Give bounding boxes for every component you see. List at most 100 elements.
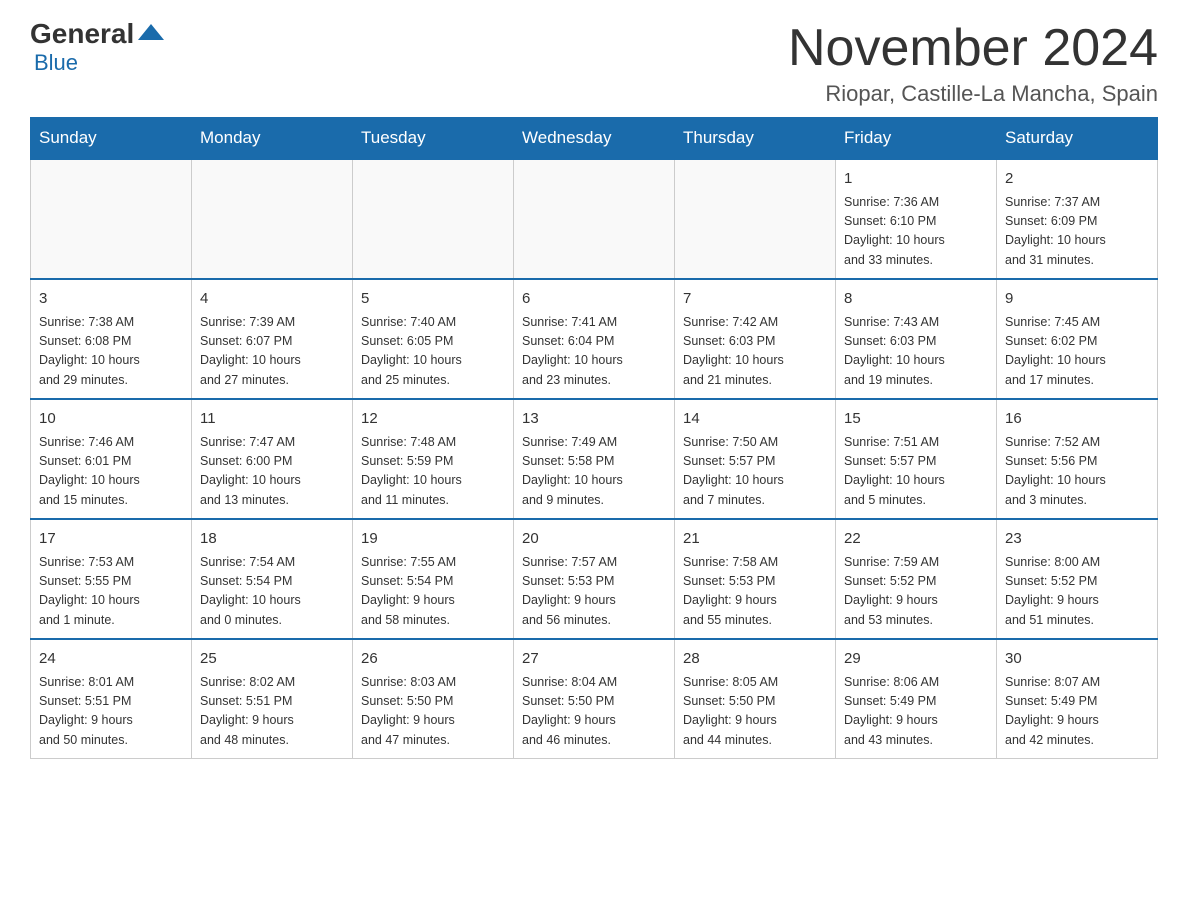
day-number: 26 [361,648,505,671]
calendar-cell: 2Sunrise: 7:37 AMSunset: 6:09 PMDaylight… [997,159,1158,279]
calendar-cell [31,159,192,279]
calendar-cell: 28Sunrise: 8:05 AMSunset: 5:50 PMDayligh… [675,639,836,759]
day-info: Sunrise: 8:04 AMSunset: 5:50 PMDaylight:… [522,673,666,751]
day-number: 30 [1005,648,1149,671]
day-info: Sunrise: 8:00 AMSunset: 5:52 PMDaylight:… [1005,553,1149,631]
calendar-cell: 27Sunrise: 8:04 AMSunset: 5:50 PMDayligh… [514,639,675,759]
calendar-cell: 26Sunrise: 8:03 AMSunset: 5:50 PMDayligh… [353,639,514,759]
day-info: Sunrise: 7:42 AMSunset: 6:03 PMDaylight:… [683,313,827,391]
calendar-cell: 3Sunrise: 7:38 AMSunset: 6:08 PMDaylight… [31,279,192,399]
logo: General Blue [30,20,168,76]
calendar-cell: 30Sunrise: 8:07 AMSunset: 5:49 PMDayligh… [997,639,1158,759]
calendar-cell: 10Sunrise: 7:46 AMSunset: 6:01 PMDayligh… [31,399,192,519]
day-number: 11 [200,408,344,431]
day-number: 2 [1005,168,1149,191]
day-info: Sunrise: 7:52 AMSunset: 5:56 PMDaylight:… [1005,433,1149,511]
day-number: 24 [39,648,183,671]
calendar-cell: 12Sunrise: 7:48 AMSunset: 5:59 PMDayligh… [353,399,514,519]
calendar-cell: 22Sunrise: 7:59 AMSunset: 5:52 PMDayligh… [836,519,997,639]
day-number: 13 [522,408,666,431]
day-info: Sunrise: 7:45 AMSunset: 6:02 PMDaylight:… [1005,313,1149,391]
calendar-cell [192,159,353,279]
day-number: 18 [200,528,344,551]
calendar-cell: 19Sunrise: 7:55 AMSunset: 5:54 PMDayligh… [353,519,514,639]
day-number: 8 [844,288,988,311]
calendar-cell: 1Sunrise: 7:36 AMSunset: 6:10 PMDaylight… [836,159,997,279]
calendar-cell: 13Sunrise: 7:49 AMSunset: 5:58 PMDayligh… [514,399,675,519]
logo-flag-icon [136,22,166,46]
weekday-header-tuesday: Tuesday [353,118,514,160]
day-number: 10 [39,408,183,431]
calendar-week-row: 17Sunrise: 7:53 AMSunset: 5:55 PMDayligh… [31,519,1158,639]
calendar-table: SundayMondayTuesdayWednesdayThursdayFrid… [30,117,1158,759]
calendar-cell: 15Sunrise: 7:51 AMSunset: 5:57 PMDayligh… [836,399,997,519]
day-number: 25 [200,648,344,671]
calendar-week-row: 24Sunrise: 8:01 AMSunset: 5:51 PMDayligh… [31,639,1158,759]
calendar-cell: 11Sunrise: 7:47 AMSunset: 6:00 PMDayligh… [192,399,353,519]
day-number: 20 [522,528,666,551]
day-info: Sunrise: 8:07 AMSunset: 5:49 PMDaylight:… [1005,673,1149,751]
calendar-cell [353,159,514,279]
day-info: Sunrise: 7:53 AMSunset: 5:55 PMDaylight:… [39,553,183,631]
day-info: Sunrise: 8:01 AMSunset: 5:51 PMDaylight:… [39,673,183,751]
calendar-cell: 14Sunrise: 7:50 AMSunset: 5:57 PMDayligh… [675,399,836,519]
calendar-cell: 7Sunrise: 7:42 AMSunset: 6:03 PMDaylight… [675,279,836,399]
weekday-header-thursday: Thursday [675,118,836,160]
day-info: Sunrise: 7:48 AMSunset: 5:59 PMDaylight:… [361,433,505,511]
day-info: Sunrise: 8:02 AMSunset: 5:51 PMDaylight:… [200,673,344,751]
calendar-week-row: 1Sunrise: 7:36 AMSunset: 6:10 PMDaylight… [31,159,1158,279]
calendar-cell: 9Sunrise: 7:45 AMSunset: 6:02 PMDaylight… [997,279,1158,399]
location-text: Riopar, Castille-La Mancha, Spain [788,81,1158,107]
day-info: Sunrise: 7:38 AMSunset: 6:08 PMDaylight:… [39,313,183,391]
logo-general-text: General [30,20,134,48]
calendar-cell: 5Sunrise: 7:40 AMSunset: 6:05 PMDaylight… [353,279,514,399]
day-info: Sunrise: 7:39 AMSunset: 6:07 PMDaylight:… [200,313,344,391]
calendar-cell [675,159,836,279]
day-number: 23 [1005,528,1149,551]
day-info: Sunrise: 7:36 AMSunset: 6:10 PMDaylight:… [844,193,988,271]
calendar-cell: 6Sunrise: 7:41 AMSunset: 6:04 PMDaylight… [514,279,675,399]
day-number: 27 [522,648,666,671]
day-info: Sunrise: 7:49 AMSunset: 5:58 PMDaylight:… [522,433,666,511]
day-info: Sunrise: 8:05 AMSunset: 5:50 PMDaylight:… [683,673,827,751]
day-info: Sunrise: 7:51 AMSunset: 5:57 PMDaylight:… [844,433,988,511]
title-block: November 2024 Riopar, Castille-La Mancha… [788,20,1158,107]
day-number: 15 [844,408,988,431]
day-number: 21 [683,528,827,551]
day-number: 7 [683,288,827,311]
weekday-header-sunday: Sunday [31,118,192,160]
calendar-cell: 16Sunrise: 7:52 AMSunset: 5:56 PMDayligh… [997,399,1158,519]
day-number: 17 [39,528,183,551]
calendar-cell: 23Sunrise: 8:00 AMSunset: 5:52 PMDayligh… [997,519,1158,639]
day-info: Sunrise: 7:37 AMSunset: 6:09 PMDaylight:… [1005,193,1149,271]
weekday-header-saturday: Saturday [997,118,1158,160]
day-info: Sunrise: 7:55 AMSunset: 5:54 PMDaylight:… [361,553,505,631]
calendar-week-row: 10Sunrise: 7:46 AMSunset: 6:01 PMDayligh… [31,399,1158,519]
day-info: Sunrise: 7:54 AMSunset: 5:54 PMDaylight:… [200,553,344,631]
calendar-cell: 24Sunrise: 8:01 AMSunset: 5:51 PMDayligh… [31,639,192,759]
day-info: Sunrise: 7:58 AMSunset: 5:53 PMDaylight:… [683,553,827,631]
calendar-cell: 25Sunrise: 8:02 AMSunset: 5:51 PMDayligh… [192,639,353,759]
day-info: Sunrise: 7:47 AMSunset: 6:00 PMDaylight:… [200,433,344,511]
day-number: 22 [844,528,988,551]
day-info: Sunrise: 7:43 AMSunset: 6:03 PMDaylight:… [844,313,988,391]
calendar-cell: 20Sunrise: 7:57 AMSunset: 5:53 PMDayligh… [514,519,675,639]
calendar-cell [514,159,675,279]
day-number: 29 [844,648,988,671]
weekday-header-wednesday: Wednesday [514,118,675,160]
day-number: 1 [844,168,988,191]
day-number: 19 [361,528,505,551]
day-info: Sunrise: 7:46 AMSunset: 6:01 PMDaylight:… [39,433,183,511]
day-number: 28 [683,648,827,671]
day-info: Sunrise: 7:59 AMSunset: 5:52 PMDaylight:… [844,553,988,631]
calendar-cell: 29Sunrise: 8:06 AMSunset: 5:49 PMDayligh… [836,639,997,759]
calendar-cell: 21Sunrise: 7:58 AMSunset: 5:53 PMDayligh… [675,519,836,639]
page-header: General Blue November 2024 Riopar, Casti… [30,20,1158,107]
logo-blue-text: Blue [30,50,78,76]
day-info: Sunrise: 7:57 AMSunset: 5:53 PMDaylight:… [522,553,666,631]
day-info: Sunrise: 7:41 AMSunset: 6:04 PMDaylight:… [522,313,666,391]
day-info: Sunrise: 7:40 AMSunset: 6:05 PMDaylight:… [361,313,505,391]
calendar-week-row: 3Sunrise: 7:38 AMSunset: 6:08 PMDaylight… [31,279,1158,399]
calendar-cell: 8Sunrise: 7:43 AMSunset: 6:03 PMDaylight… [836,279,997,399]
day-number: 3 [39,288,183,311]
